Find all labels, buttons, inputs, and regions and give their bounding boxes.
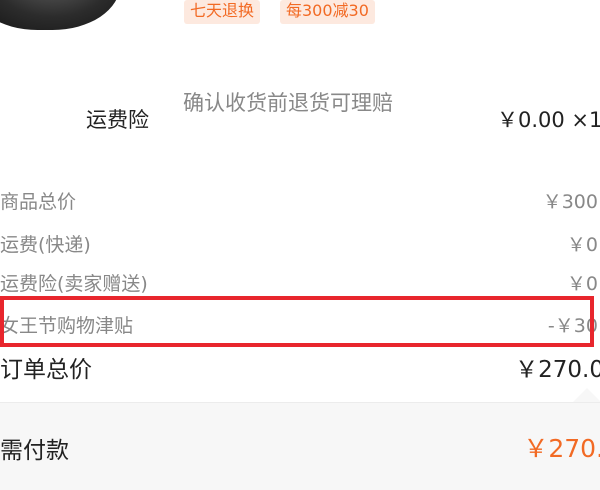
shipping-insurance-label: 运费险 xyxy=(86,108,149,132)
shipping-insurance-fee-label: 运费险(卖家赠送) xyxy=(0,273,148,295)
order-total-label: 订单总价 xyxy=(0,357,92,383)
goods-total-value: ￥300. xyxy=(542,191,600,213)
discount-tag: 每300减30 xyxy=(280,0,375,24)
shipping-insurance-price: ￥0.00 ×1 xyxy=(497,108,600,132)
shipping-insurance-description: 确认收货前退货可理赔 xyxy=(183,91,393,115)
order-total-value: ￥270.0 xyxy=(515,357,600,383)
amount-due-value: ￥270. xyxy=(523,434,600,463)
goods-total-label: 商品总价 xyxy=(0,191,77,213)
shipping-fee-label: 运费(快递) xyxy=(0,234,91,256)
footer-notch xyxy=(573,388,600,402)
amount-due-label: 需付款 xyxy=(0,438,69,464)
shipping-fee-value: ￥0. xyxy=(566,234,600,256)
seven-day-return-tag: 七天退换 xyxy=(184,0,261,24)
allowance-highlight-box xyxy=(0,296,594,347)
product-image[interactable] xyxy=(0,0,120,30)
shipping-insurance-fee-value: ￥0. xyxy=(566,273,600,295)
payment-footer xyxy=(0,402,600,490)
